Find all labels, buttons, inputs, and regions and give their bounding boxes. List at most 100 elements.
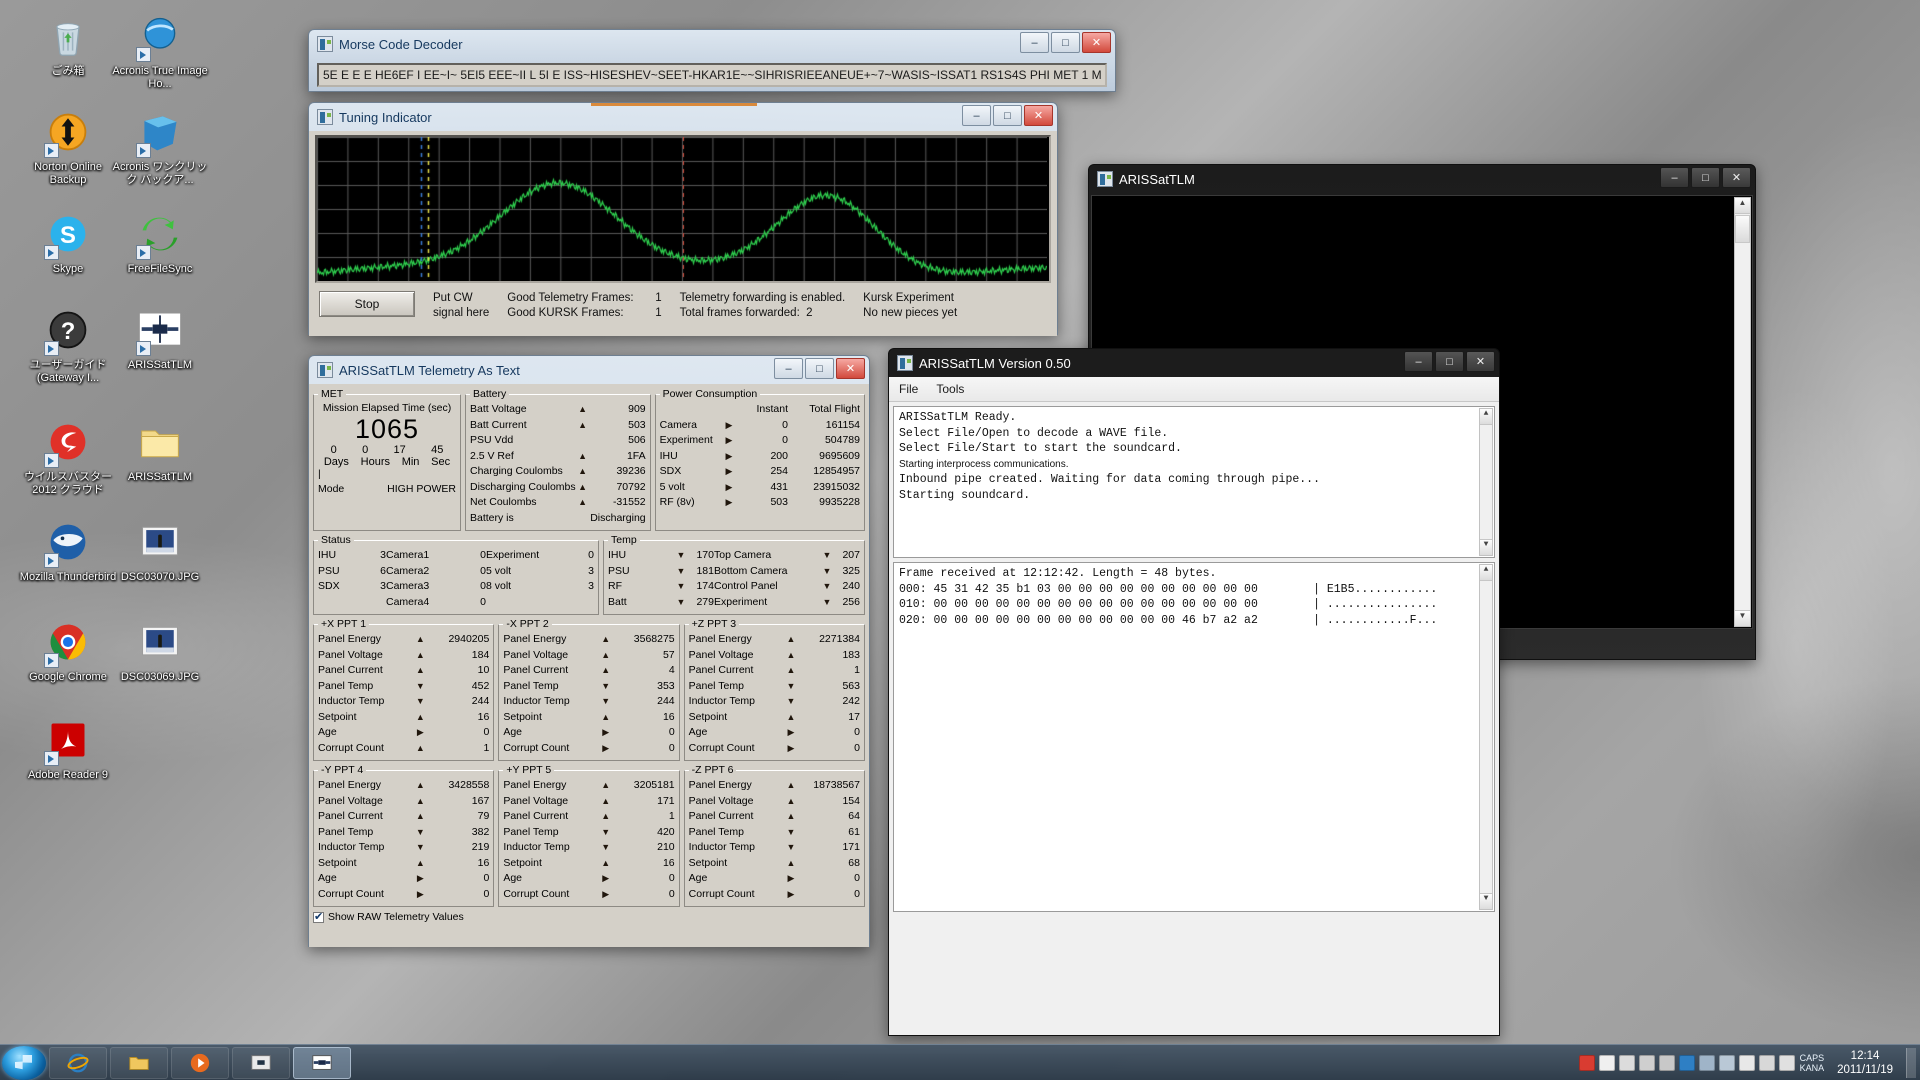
morse-decoded-text-field[interactable]: 5E E E E HE6EF I EE~I~ 5EI5 EEE~II L 5I … [317,63,1107,87]
minimize-button[interactable]: – [1660,167,1689,188]
maximize-button[interactable]: □ [1435,351,1464,372]
morse-title-bar[interactable]: Morse Code Decoder – □ ✕ [309,30,1115,58]
desktop-icon-13[interactable]: Google Chrome [18,620,118,684]
ppt-row-value: 0 [854,872,860,884]
expand-arrow-icon[interactable] [722,464,736,480]
virus-buster-tray-icon[interactable] [1578,1054,1595,1071]
tuning-title-bar[interactable]: Tuning Indicator – □ ✕ [309,103,1057,131]
expand-arrow-icon[interactable] [722,480,736,496]
expand-arrow-icon[interactable] [722,418,736,434]
spectrum-scope[interactable] [315,135,1051,283]
desktop-icon-15[interactable]: Adobe Reader 9 [18,718,118,782]
desktop-icon-10[interactable]: ARISSatTLM [110,420,210,484]
maximize-button[interactable]: □ [993,105,1022,126]
desktop-icon-9[interactable]: ウイルスバスター 2012 クラウド [18,420,118,497]
telemetry-title-bar[interactable]: ARISSatTLM Telemetry As Text – □ ✕ [309,356,869,384]
network-icon[interactable] [1758,1054,1775,1071]
close-button[interactable]: ✕ [1082,32,1111,53]
trend-arrow-icon [413,887,427,903]
maximize-button[interactable]: □ [1691,167,1720,188]
ime-help-icon[interactable] [1678,1054,1695,1071]
close-button[interactable]: ✕ [1466,351,1495,372]
arissattlm-version-window[interactable]: ARISSatTLM Version 0.50 – □ ✕ File Tools … [888,348,1500,1036]
desktop-icon-5[interactable]: S Skype [18,212,118,276]
tuning-indicator-window[interactable]: Tuning Indicator – □ ✕ Stop Put CW signa… [308,102,1058,336]
taskbar[interactable]: CAPS KANA 12:14 2011/11/19 [0,1044,1920,1080]
desktop-icon-2[interactable]: Acronis True Image Ho... [110,14,210,91]
trend-arrow-icon [599,710,613,726]
scroll-up-icon[interactable]: ▲ [1480,565,1492,581]
desktop-icon-11[interactable]: Mozilla Thunderbird [18,520,118,584]
scroll-down-icon[interactable]: ▼ [1480,539,1492,555]
ppt-row-label: Panel Current [688,810,754,822]
log-top-scrollbar[interactable]: ▲ ▼ [1479,408,1493,556]
show-hidden-icons-icon[interactable] [1718,1054,1735,1071]
maximize-button[interactable]: □ [1051,32,1080,53]
ppt-row: Panel Voltage 171 [503,794,674,810]
minimize-button[interactable]: – [962,105,991,126]
expand-arrow-icon[interactable] [722,449,736,465]
scroll-down-icon[interactable]: ▼ [1480,893,1492,909]
taskbar-item-windows-explorer[interactable] [110,1046,168,1079]
desktop-icon-7[interactable]: ? ユーザーガイド (Gateway I... [18,308,118,385]
arissattlm-black-title-bar[interactable]: ARISSatTLM – □ ✕ [1089,165,1755,193]
temp-row-value: 279 [696,595,714,608]
scroll-down-icon[interactable]: ▼ [1735,610,1750,626]
ppt-group-5: +Y PPT 5 Panel Energy 3205181 Panel Voltage… [498,764,680,907]
desktop-icon-3[interactable]: Norton Online Backup [18,110,118,187]
status-log-pane[interactable]: ▲ ▼ ARISSatTLM Ready. Select File/Open to… [893,406,1495,558]
telemetry-as-text-window[interactable]: ARISSatTLM Telemetry As Text – □ ✕ MET M… [308,355,870,947]
volume-icon[interactable] [1778,1054,1795,1071]
maximize-button[interactable]: □ [805,358,834,379]
desktop-icon-6[interactable]: FreeFileSync [110,212,210,276]
frame-hexdump-pane[interactable]: ▲ ▼ Frame received at 12:12:42. Length =… [893,562,1495,912]
taskbar-item-media-player[interactable] [171,1046,229,1079]
taskbar-item-arissattlm-task[interactable] [232,1046,290,1079]
checkbox-icon[interactable] [313,910,324,923]
desktop-icon-12[interactable]: DSC03070.JPG [110,520,210,584]
minimize-button[interactable]: – [1404,351,1433,372]
menu-bar[interactable]: File Tools [889,377,1499,402]
taskbar-item-internet-explorer[interactable] [49,1046,107,1079]
version-title-bar[interactable]: ARISSatTLM Version 0.50 – □ ✕ [889,349,1499,377]
scroll-up-icon[interactable]: ▲ [1735,198,1750,214]
ppt-group-3: +Z PPT 3 Panel Energy 2271384 Panel Voltage… [683,618,865,761]
status-row-label: Camera3 [386,580,430,592]
minimize-button[interactable]: – [1020,32,1049,53]
ime-kana-icon[interactable] [1618,1054,1635,1071]
log-bottom-scrollbar[interactable]: ▲ ▼ [1479,564,1493,910]
ime-pad-icon[interactable] [1658,1054,1675,1071]
expand-arrow-icon[interactable] [722,495,736,511]
close-button[interactable]: ✕ [1024,105,1053,126]
system-tray[interactable]: CAPS KANA 12:14 2011/11/19 [1578,1047,1920,1078]
scroll-up-icon[interactable]: ▲ [1480,409,1492,425]
vertical-scrollbar[interactable]: ▲ ▼ [1734,197,1751,627]
trend-arrow-icon [413,725,427,741]
morse-code-decoder-window[interactable]: Morse Code Decoder – □ ✕ 5E E E E HE6EF … [308,29,1116,92]
log-line: Frame received at 12:12:42. Length = 48 … [899,567,1217,580]
desktop-icon-14[interactable]: DSC03069.JPG [110,620,210,684]
caps-kana-indicator[interactable] [1698,1054,1715,1071]
show-raw-telemetry-checkbox[interactable]: Show RAW Telemetry Values [313,910,865,923]
desktop-icon-4[interactable]: Acronis ワンクリック バックア... [110,110,210,187]
show-desktop-button[interactable] [1906,1047,1916,1078]
status-group: Status IHU 3 PSU 6 SDX 3 Camera1 0 Camera2 0 Camer… [313,534,599,615]
expand-arrow-icon[interactable] [722,433,736,449]
clock[interactable]: 12:14 2011/11/19 [1829,1049,1901,1077]
ppt-row-value: 17 [848,710,860,723]
ime-a-icon[interactable] [1598,1054,1615,1071]
close-button[interactable]: ✕ [836,358,865,379]
ime-tool-icon[interactable] [1638,1054,1655,1071]
close-button[interactable]: ✕ [1722,167,1751,188]
menu-item-file[interactable]: File [899,382,918,396]
status-row: Camera1 0 [386,548,486,564]
desktop-icon-8[interactable]: ARISSatTLM [110,308,210,372]
desktop-icon-1[interactable]: ごみ箱 [18,14,118,78]
start-button[interactable] [2,1045,46,1080]
menu-item-tools[interactable]: Tools [936,382,964,396]
scrollbar-thumb[interactable] [1735,215,1750,243]
taskbar-item-arissattlm-active[interactable] [293,1046,351,1079]
minimize-button[interactable]: – [774,358,803,379]
stop-button[interactable]: Stop [319,291,415,317]
action-center-icon[interactable] [1738,1054,1755,1071]
